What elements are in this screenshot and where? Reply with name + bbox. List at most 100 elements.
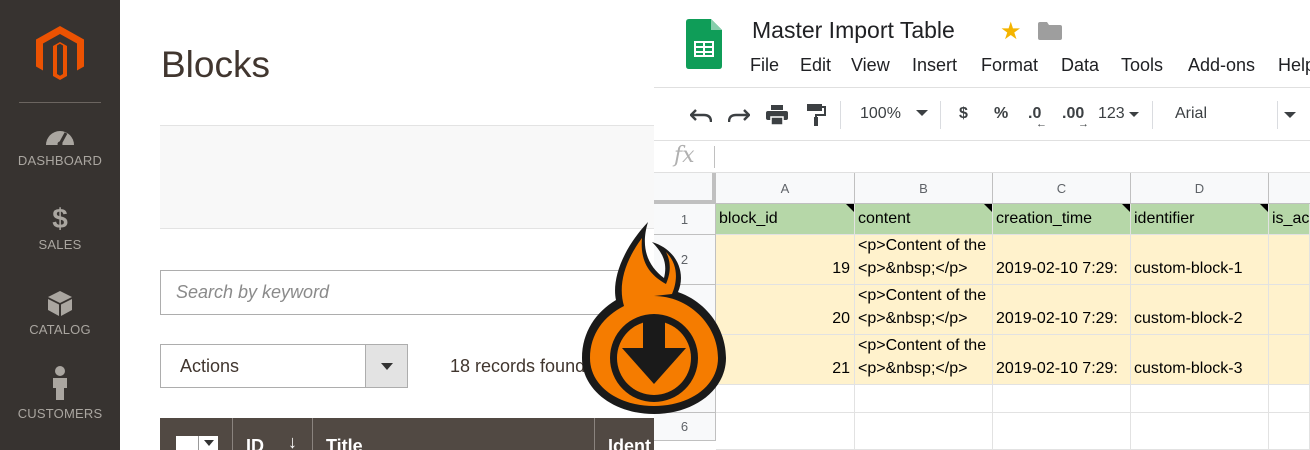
column-header-e[interactable] xyxy=(1269,173,1310,204)
menu-data[interactable]: Data xyxy=(1061,55,1099,76)
menu-help[interactable]: Help xyxy=(1278,55,1310,76)
cell-c4[interactable]: 2019-02-10 7:29: xyxy=(993,335,1131,385)
sidebar-item-catalog[interactable]: CATALOG xyxy=(0,289,120,337)
cell-a3[interactable]: 20 xyxy=(716,285,855,335)
magento-logo-icon[interactable] xyxy=(36,26,84,80)
cell-d6[interactable] xyxy=(1131,413,1269,450)
more-formats-button[interactable]: 123 xyxy=(1098,105,1125,123)
chevron-down-icon[interactable] xyxy=(1284,112,1296,118)
cell-b1[interactable]: content xyxy=(855,204,993,235)
cell-a4[interactable]: 21 xyxy=(716,335,855,385)
mass-select-checkbox[interactable] xyxy=(176,436,218,450)
cell-a2[interactable]: 19 xyxy=(716,235,855,285)
cell-a1[interactable]: block_id xyxy=(716,204,855,235)
cell-text: <p>&nbsp;</p> xyxy=(858,260,968,277)
zoom-select[interactable]: 100% xyxy=(860,105,901,123)
cell-text: 2019-02-10 7:29: xyxy=(996,310,1118,327)
cell-d3[interactable]: custom-block-2 xyxy=(1131,285,1269,335)
column-header-title[interactable]: Title xyxy=(326,436,363,450)
cell-text: <p>Content of the xyxy=(858,287,987,304)
cell-c1[interactable]: creation_time xyxy=(993,204,1131,235)
sidebar-divider xyxy=(19,102,101,103)
cell-b2[interactable]: <p>Content of the <p>&nbsp;</p> xyxy=(855,235,993,285)
cell-text: is_ac xyxy=(1272,210,1310,227)
column-header-a[interactable]: A xyxy=(716,173,855,204)
menu-insert[interactable]: Insert xyxy=(912,55,957,76)
sidebar-item-sales[interactable]: $ SALES xyxy=(0,203,120,252)
magento-main: Blocks Actions 18 records found ID ↓ Tit… xyxy=(120,0,654,450)
print-icon[interactable] xyxy=(766,105,788,125)
dollar-icon: $ xyxy=(52,203,68,233)
cell-c2[interactable]: 2019-02-10 7:29: xyxy=(993,235,1131,285)
cell-text: creation_time xyxy=(996,210,1093,227)
cell-c5[interactable] xyxy=(993,385,1131,413)
currency-format-button[interactable]: $ xyxy=(959,105,968,123)
menu-file[interactable]: File xyxy=(750,55,779,76)
undo-icon[interactable] xyxy=(690,106,712,124)
toolbar: 100% $ % .0 ← .00 → 123 Arial xyxy=(654,87,1310,141)
toolbar-divider xyxy=(840,101,841,129)
cell-b5[interactable] xyxy=(855,385,993,413)
chevron-down-icon[interactable] xyxy=(1129,112,1139,117)
cell-e6[interactable] xyxy=(1269,413,1310,450)
sidebar-item-customers[interactable]: CUSTOMERS xyxy=(0,366,120,421)
chevron-down-icon[interactable] xyxy=(916,110,928,116)
cell-text: custom-block-1 xyxy=(1134,260,1243,277)
menu-format[interactable]: Format xyxy=(981,55,1038,76)
column-header-d[interactable]: D xyxy=(1131,173,1269,204)
actions-dropdown[interactable]: Actions xyxy=(160,344,408,388)
select-all-corner[interactable] xyxy=(654,173,716,204)
cell-c6[interactable] xyxy=(993,413,1131,450)
google-sheets-logo-icon[interactable] xyxy=(686,19,722,69)
column-divider xyxy=(312,418,313,450)
cell-c3[interactable]: 2019-02-10 7:29: xyxy=(993,285,1131,335)
document-title[interactable]: Master Import Table xyxy=(752,17,955,44)
menu-edit[interactable]: Edit xyxy=(800,55,831,76)
sidebar-item-dashboard[interactable]: DASHBOARD xyxy=(0,123,120,168)
percent-format-button[interactable]: % xyxy=(994,105,1008,123)
cell-d2[interactable]: custom-block-1 xyxy=(1131,235,1269,285)
column-header-identifier[interactable]: Ident xyxy=(608,436,651,450)
sidebar-item-label: SALES xyxy=(38,237,82,252)
cell-e5[interactable] xyxy=(1269,385,1310,413)
sidebar-item-label: CATALOG xyxy=(29,322,91,337)
column-header-c[interactable]: C xyxy=(993,173,1131,204)
search-input[interactable] xyxy=(160,270,654,315)
cell-e2[interactable] xyxy=(1269,235,1310,285)
cell-b4[interactable]: <p>Content of the <p>&nbsp;</p> xyxy=(855,335,993,385)
redo-icon[interactable] xyxy=(728,106,750,124)
note-indicator-icon xyxy=(984,204,992,212)
cell-b3[interactable]: <p>Content of the <p>&nbsp;</p> xyxy=(855,285,993,335)
sort-arrow-down-icon[interactable]: ↓ xyxy=(288,432,297,450)
column-header-b[interactable]: B xyxy=(855,173,993,204)
cell-e3[interactable] xyxy=(1269,285,1310,335)
note-indicator-icon xyxy=(1260,204,1268,212)
cell-e4[interactable] xyxy=(1269,335,1310,385)
checkbox[interactable] xyxy=(176,436,198,450)
star-icon[interactable]: ★ xyxy=(1000,17,1022,46)
menu-tools[interactable]: Tools xyxy=(1121,55,1163,76)
cell-e1[interactable]: is_ac xyxy=(1269,204,1310,235)
cell-d4[interactable]: custom-block-3 xyxy=(1131,335,1269,385)
cell-b6[interactable] xyxy=(855,413,993,450)
menu-view[interactable]: View xyxy=(851,55,890,76)
cell-d1[interactable]: identifier xyxy=(1131,204,1269,235)
font-family-select[interactable]: Arial xyxy=(1175,105,1207,123)
cell-a5[interactable] xyxy=(716,385,855,413)
row-header-6[interactable]: 6 xyxy=(654,413,716,441)
folder-icon[interactable] xyxy=(1038,22,1062,40)
chevron-down-icon[interactable] xyxy=(198,436,218,450)
cell-a6[interactable] xyxy=(716,413,855,450)
cell-text: 2019-02-10 7:29: xyxy=(996,260,1118,277)
cell-text: block_id xyxy=(719,210,778,227)
flame-download-icon xyxy=(582,222,726,414)
formula-bar[interactable]: fx xyxy=(654,141,1310,173)
cell-text: 20 xyxy=(832,310,850,327)
cell-d5[interactable] xyxy=(1131,385,1269,413)
column-header-id[interactable]: ID xyxy=(246,436,264,450)
sidebar-item-label: CUSTOMERS xyxy=(17,406,103,421)
chevron-down-icon[interactable] xyxy=(365,345,407,387)
paint-format-icon[interactable] xyxy=(806,104,826,126)
menu-add-ons[interactable]: Add-ons xyxy=(1188,55,1255,76)
cell-text: <p>&nbsp;</p> xyxy=(858,360,968,377)
